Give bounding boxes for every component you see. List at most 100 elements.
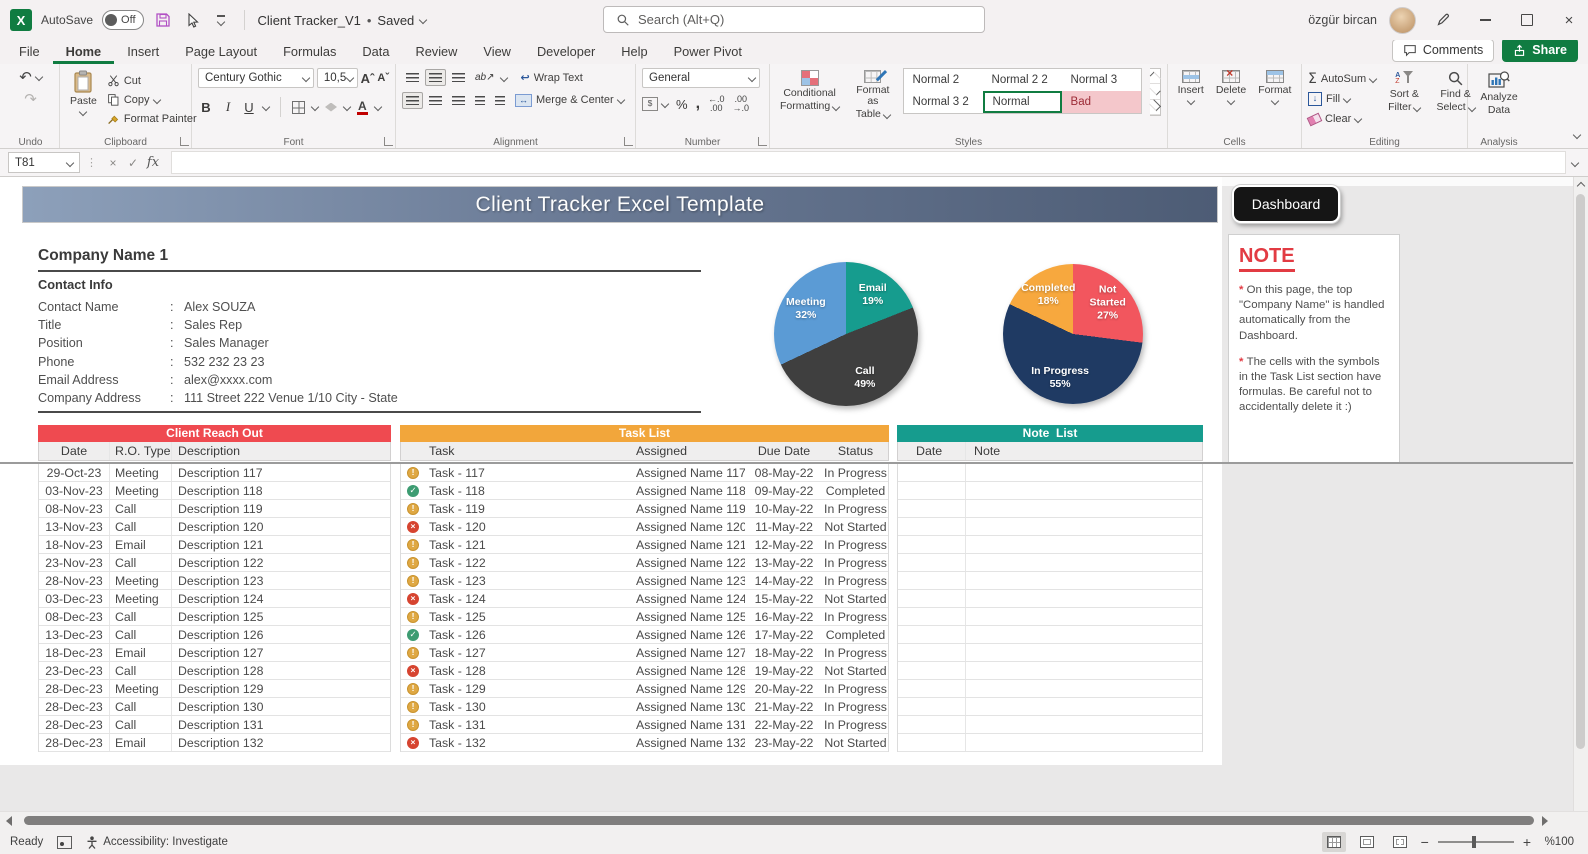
cell-status[interactable]: Completed <box>823 626 888 643</box>
cursor-tool-button[interactable] <box>182 8 202 32</box>
ribbon-tab-power-pivot[interactable]: Power Pivot <box>661 41 755 64</box>
cell-note[interactable] <box>966 698 1202 715</box>
excel-app-icon[interactable]: X <box>10 9 32 31</box>
cell-status-icon[interactable]: ! <box>401 536 425 553</box>
cell-task[interactable]: Task - 128 <box>425 662 633 679</box>
cell-date[interactable] <box>898 716 966 733</box>
ribbon-tab-view[interactable]: View <box>470 41 524 64</box>
draw-pen-button[interactable] <box>1428 0 1458 40</box>
cell-status-icon[interactable]: ! <box>401 608 425 625</box>
cell-ro-type[interactable]: Meeting <box>109 572 171 589</box>
merge-center-button[interactable]: ↔Merge & Center <box>515 91 624 109</box>
format-painter-button[interactable]: Format Painter <box>107 111 197 128</box>
cell-date[interactable]: 29-Oct-23 <box>39 464 109 481</box>
cell-status-icon[interactable]: ! <box>401 554 425 571</box>
decrease-indent-button[interactable] <box>471 92 489 109</box>
cell-due-date[interactable]: 12-May-22 <box>745 536 823 553</box>
cell-due-date[interactable]: 21-May-22 <box>745 698 823 715</box>
cell-date[interactable] <box>898 590 966 607</box>
cell-status-icon[interactable]: ! <box>401 716 425 733</box>
column-header-task[interactable]: Task <box>425 442 633 460</box>
align-center-button[interactable] <box>425 92 446 109</box>
cell-task[interactable]: Task - 120 <box>425 518 633 535</box>
field-value[interactable]: alex@xxxx.com <box>184 373 272 387</box>
cell-status[interactable]: In Progress <box>823 500 888 517</box>
cell-description[interactable]: Description 120 <box>171 518 390 535</box>
cell-task[interactable]: Task - 119 <box>425 500 633 517</box>
cell-task[interactable]: Task - 121 <box>425 536 633 553</box>
cell-date[interactable]: 28-Dec-23 <box>39 698 109 715</box>
cell-description[interactable]: Description 129 <box>171 680 390 697</box>
cell-date[interactable] <box>898 482 966 499</box>
close-button[interactable]: × <box>1554 0 1584 40</box>
collapse-ribbon-button[interactable] <box>1574 125 1580 143</box>
save-button[interactable] <box>153 8 173 32</box>
cell-status[interactable]: Not Started <box>823 518 888 535</box>
gallery-scroll-up-button[interactable] <box>1150 69 1160 84</box>
share-button[interactable]: Share <box>1502 38 1578 62</box>
cell-date[interactable]: 08-Nov-23 <box>39 500 109 517</box>
cell-date[interactable]: 23-Dec-23 <box>39 662 109 679</box>
cell-note[interactable] <box>966 608 1202 625</box>
cell-ro-type[interactable]: Email <box>109 536 171 553</box>
cell-task[interactable]: Task - 126 <box>425 626 633 643</box>
style-normal-2-2[interactable]: Normal 2 2 <box>983 69 1062 91</box>
cell-ro-type[interactable]: Meeting <box>109 464 171 481</box>
customize-quick-access-button[interactable] <box>211 8 231 32</box>
cell-date[interactable]: 18-Dec-23 <box>39 644 109 661</box>
fill-button[interactable]: ↓Fill <box>1308 90 1376 108</box>
vertical-scrollbar[interactable] <box>1573 177 1588 811</box>
scroll-right-icon[interactable] <box>1542 816 1548 826</box>
conditional-formatting-button[interactable]: Conditional Formatting <box>776 68 843 128</box>
field-value[interactable]: Alex SOUZA <box>184 300 255 314</box>
cell-note[interactable] <box>966 482 1202 499</box>
column-header-assigned[interactable]: Assigned <box>633 442 745 460</box>
cell-status[interactable]: Not Started <box>823 734 888 751</box>
field-value[interactable]: Sales Rep <box>184 318 242 332</box>
field-value[interactable]: Sales Manager <box>184 336 269 350</box>
user-name[interactable]: özgür bircan <box>1308 13 1377 27</box>
style-normal-3-2[interactable]: Normal 3 2 <box>904 91 983 113</box>
cancel-entry-button[interactable]: × <box>103 156 123 170</box>
cell-date[interactable] <box>898 662 966 679</box>
cell-status-icon[interactable]: × <box>401 734 425 751</box>
minimize-button[interactable] <box>1470 0 1500 40</box>
cell-task[interactable]: Task - 129 <box>425 680 633 697</box>
zoom-level[interactable]: %100 <box>1540 836 1574 848</box>
zoom-out-button[interactable]: − <box>1421 834 1429 850</box>
normal-view-button[interactable] <box>1322 832 1346 852</box>
column-header-description[interactable]: Description <box>171 442 390 460</box>
ribbon-tab-help[interactable]: Help <box>608 41 660 64</box>
font-size-select[interactable]: 10,5 <box>317 68 358 88</box>
cell-note[interactable] <box>966 734 1202 751</box>
ribbon-tab-review[interactable]: Review <box>402 41 470 64</box>
ribbon-tab-page-layout[interactable]: Page Layout <box>172 41 270 64</box>
cell-assigned[interactable]: Assigned Name 128 <box>633 662 745 679</box>
cell-status[interactable]: In Progress <box>823 608 888 625</box>
style-normal-3[interactable]: Normal 3 <box>1062 69 1141 91</box>
cell-date[interactable]: 18-Nov-23 <box>39 536 109 553</box>
cell-ro-type[interactable]: Call <box>109 626 171 643</box>
cell-date[interactable]: 03-Dec-23 <box>39 590 109 607</box>
cell-status-icon[interactable]: × <box>401 518 425 535</box>
horizontal-scrollbar-thumb[interactable] <box>24 816 1534 825</box>
cell-assigned[interactable]: Assigned Name 125 <box>633 608 745 625</box>
confirm-entry-button[interactable]: ✓ <box>123 156 143 170</box>
comma-style-button[interactable]: , <box>696 99 700 109</box>
cell-status-icon[interactable]: ! <box>401 572 425 589</box>
cell-assigned[interactable]: Assigned Name 132 <box>633 734 745 751</box>
cell-date[interactable]: 23-Nov-23 <box>39 554 109 571</box>
cell-due-date[interactable]: 08-May-22 <box>745 464 823 481</box>
cell-assigned[interactable]: Assigned Name 122 <box>633 554 745 571</box>
search-box[interactable]: Search (Alt+Q) <box>603 6 985 33</box>
percent-style-button[interactable]: % <box>676 97 688 112</box>
cell-note[interactable] <box>966 680 1202 697</box>
paste-button[interactable]: Paste <box>66 68 101 128</box>
cell-assigned[interactable]: Assigned Name 123 <box>633 572 745 589</box>
cell-status[interactable]: Not Started <box>823 662 888 679</box>
cell-status[interactable]: In Progress <box>823 554 888 571</box>
cell-date[interactable] <box>898 644 966 661</box>
ribbon-tab-insert[interactable]: Insert <box>114 41 172 64</box>
cell-note[interactable] <box>966 518 1202 535</box>
cell-due-date[interactable]: 11-May-22 <box>745 518 823 535</box>
